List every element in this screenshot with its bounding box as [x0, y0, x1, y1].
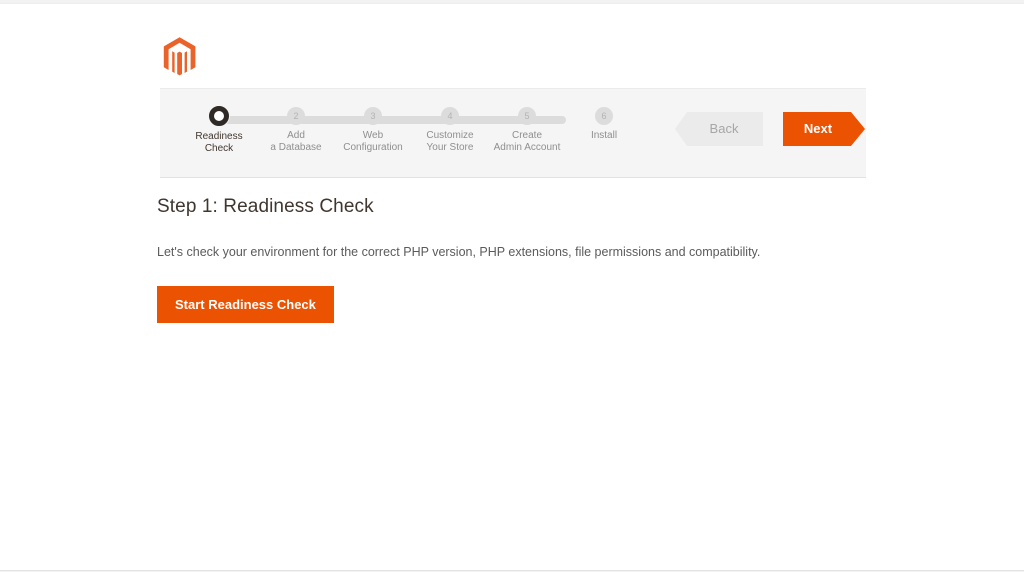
step-number-badge: 6 — [595, 107, 613, 125]
page-description: Let's check your environment for the cor… — [157, 244, 877, 260]
next-button[interactable]: Next — [783, 112, 865, 146]
wizard-step-install[interactable]: 6 Install — [554, 103, 654, 142]
wizard-progress-panel: 1 Readiness Check 2 Add a Database 3 Web… — [160, 88, 866, 178]
magento-logo-icon — [160, 36, 200, 78]
step-number-badge: 2 — [287, 107, 305, 125]
setup-wizard-page: 1 Readiness Check 2 Add a Database 3 Web… — [0, 0, 1024, 580]
wizard-steps: 1 Readiness Check 2 Add a Database 3 Web… — [176, 103, 606, 165]
back-button[interactable]: Back — [675, 112, 763, 146]
footer-divider — [0, 570, 1024, 572]
main-content: Step 1: Readiness Check Let's check your… — [157, 196, 877, 323]
step-number-badge: 3 — [364, 107, 382, 125]
step-number-badge: 1 — [209, 106, 229, 126]
page-title: Step 1: Readiness Check — [157, 196, 877, 218]
start-readiness-check-button[interactable]: Start Readiness Check — [157, 286, 334, 323]
step-number-badge: 5 — [518, 107, 536, 125]
step-number-badge: 4 — [441, 107, 459, 125]
step-label: Install — [554, 130, 654, 142]
